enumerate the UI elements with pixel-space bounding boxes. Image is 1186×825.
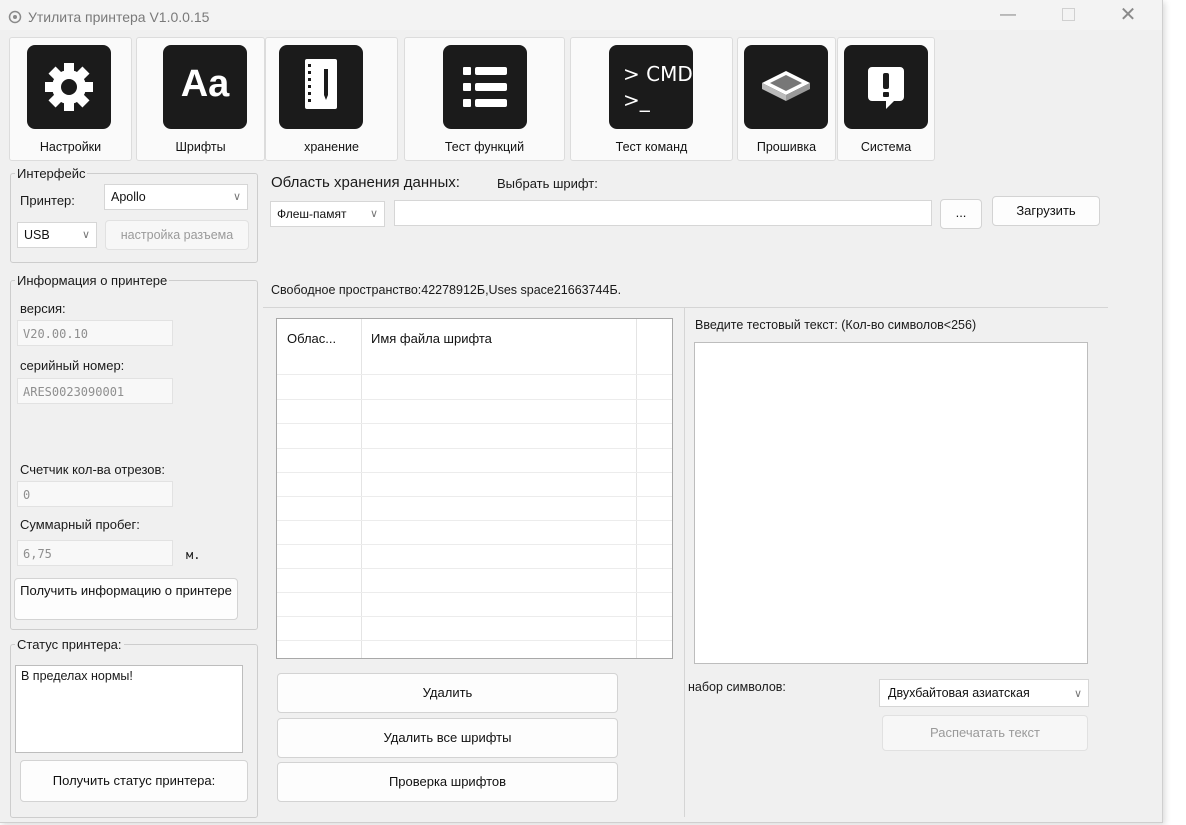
toolbar-system-button[interactable]: Система: [837, 37, 935, 161]
toolbar-label: Шрифты: [175, 140, 226, 154]
toolbar-command-test-button[interactable]: > CMD >_ Тест команд: [570, 37, 733, 161]
close-button[interactable]: ✕: [1108, 4, 1148, 26]
table-row: [277, 640, 672, 641]
serial-field[interactable]: ARES0023090001: [17, 378, 173, 404]
charset-select-value: Двухбайтовая азиатская: [888, 686, 1030, 700]
table-row: [277, 448, 672, 449]
port-select[interactable]: USB ∨: [17, 222, 97, 248]
list-icon: [443, 45, 527, 129]
toolbar-storage-button[interactable]: хранение: [265, 37, 398, 161]
toolbar-label: Прошивка: [756, 140, 817, 154]
maximize-icon: [1061, 8, 1075, 22]
printer-select[interactable]: Apollo ∨: [104, 184, 248, 210]
print-text-button[interactable]: Распечатать текст: [882, 715, 1088, 751]
storage-area-label: Область хранения данных:: [271, 174, 460, 191]
chevron-down-icon: ∨: [232, 191, 241, 203]
printer-status-legend: Статус принтера:: [17, 637, 122, 652]
cut-counter-label: Счетчик кол-ва отрезов:: [20, 462, 166, 477]
font-aa-glyph: Aa: [180, 63, 230, 105]
column-divider: [636, 319, 637, 658]
table-row: [277, 423, 672, 424]
space-info-text: Свободное пространство:42278912Б,Uses sp…: [271, 283, 622, 297]
port-select-value: USB: [24, 228, 50, 242]
notebook-pencil-icon: [279, 45, 363, 129]
toolbar-label: Настройки: [39, 140, 102, 154]
get-info-button[interactable]: Получить информацию о принтере: [14, 578, 238, 620]
table-row: [277, 374, 672, 375]
chevron-down-icon: ∨: [81, 229, 90, 241]
delete-all-fonts-button[interactable]: Удалить все шрифты: [277, 718, 618, 758]
check-fonts-button[interactable]: Проверка шрифтов: [277, 762, 618, 802]
test-text-label: Введите тестовый текст: (Кол-во символов…: [695, 318, 977, 332]
mileage-field[interactable]: 6,75: [17, 540, 173, 566]
chevron-down-icon: ∨: [366, 202, 378, 226]
toolbar-settings-button[interactable]: Настройки: [9, 37, 132, 161]
load-button[interactable]: Загрузить: [992, 196, 1100, 226]
column-header-area[interactable]: Облас...: [287, 331, 336, 346]
font-file-path-input[interactable]: [394, 200, 932, 226]
cmd-terminal-icon: > CMD >_: [609, 45, 693, 129]
table-row: [277, 496, 672, 497]
test-text-input[interactable]: [694, 342, 1088, 664]
table-row: [277, 399, 672, 400]
port-settings-button[interactable]: настройка разъема: [105, 220, 249, 250]
delete-font-button[interactable]: Удалить: [277, 673, 618, 713]
table-row: [277, 520, 672, 521]
printer-info-legend: Информация о принтере: [17, 273, 168, 288]
alert-bubble-icon: [844, 45, 928, 129]
version-label: версия:: [20, 301, 66, 316]
select-font-label: Выбрать шрифт:: [497, 176, 598, 191]
toolbar-label: Система: [860, 140, 912, 154]
column-header-filename[interactable]: Имя файла шрифта: [371, 331, 492, 346]
toolbar-label: Тест функций: [444, 140, 525, 154]
version-field[interactable]: V20.00.10: [17, 320, 173, 346]
serial-label: серийный номер:: [20, 358, 125, 373]
separator: [684, 307, 685, 817]
chip-icon: [744, 45, 828, 129]
charset-select[interactable]: Двухбайтовая азиатская ∨: [879, 679, 1089, 707]
toolbar-label: Тест команд: [615, 140, 688, 154]
status-textarea[interactable]: В пределах нормы!: [15, 665, 243, 753]
mileage-label: Суммарный пробег:: [20, 517, 140, 532]
toolbar-firmware-button[interactable]: Прошивка: [737, 37, 836, 161]
mileage-unit: м.: [186, 548, 201, 562]
title-bar: Утилита принтера V1.0.0.15 — ✕: [0, 0, 1162, 30]
storage-area-select[interactable]: Флеш-памят ∨: [270, 201, 385, 227]
window-title: Утилита принтера V1.0.0.15: [28, 9, 210, 25]
table-row: [277, 568, 672, 569]
printer-label: Принтер:: [20, 193, 75, 208]
browse-button[interactable]: ...: [940, 199, 982, 229]
minimize-button[interactable]: —: [988, 4, 1028, 26]
cmd-glyph-line-1: > CMD >_: [623, 62, 693, 112]
storage-area-value: Флеш-памят: [277, 207, 347, 221]
table-row: [277, 616, 672, 617]
table-row: [277, 472, 672, 473]
separator: [263, 307, 1108, 308]
font-aa-icon: Aa: [163, 45, 247, 129]
toolbar-label: хранение: [304, 140, 359, 154]
app-window: Утилита принтера V1.0.0.15 — ✕ Настройки…: [0, 0, 1163, 823]
interface-legend: Интерфейс: [17, 166, 86, 181]
table-row: [277, 592, 672, 593]
gear-icon: [27, 45, 111, 129]
toolbar-function-test-button[interactable]: Тест функций: [404, 37, 565, 161]
get-status-button[interactable]: Получить статус принтера:: [20, 760, 248, 802]
charset-label: набор символов:: [688, 680, 786, 694]
font-table[interactable]: Облас... Имя файла шрифта: [276, 318, 673, 659]
cut-counter-field[interactable]: 0: [17, 481, 173, 507]
column-divider: [361, 319, 362, 658]
maximize-button[interactable]: [1048, 4, 1088, 26]
printer-app-icon: [8, 10, 22, 24]
printer-select-value: Apollo: [111, 190, 146, 204]
chevron-down-icon: ∨: [1073, 688, 1082, 700]
table-row: [277, 544, 672, 545]
toolbar-fonts-button[interactable]: Aa Шрифты: [136, 37, 265, 161]
